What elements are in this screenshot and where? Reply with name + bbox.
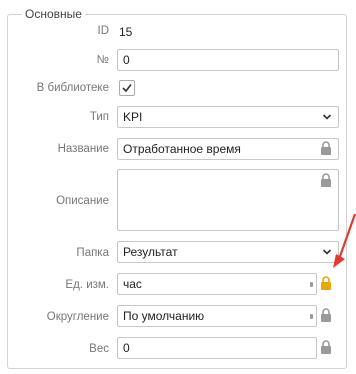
dropdown-indicator: [310, 314, 313, 319]
type-label: Тип: [89, 111, 109, 123]
lock-icon[interactable]: [320, 340, 332, 354]
folder-value: Результат: [123, 245, 178, 259]
lock-icon[interactable]: [320, 141, 332, 155]
weight-field[interactable]: 0: [117, 337, 317, 359]
folder-label: Папка: [76, 247, 109, 259]
unit-field[interactable]: час: [117, 273, 317, 295]
description-label: Описание: [56, 195, 109, 207]
unit-value: час: [123, 277, 142, 291]
number-label: №: [96, 54, 109, 66]
in-library-checkbox[interactable]: [119, 80, 135, 96]
chevron-down-icon: [322, 114, 332, 120]
id-label: ID: [97, 25, 110, 37]
section-title: Основные: [22, 7, 85, 21]
rounding-label: Округление: [46, 311, 109, 323]
type-value: KPI: [123, 110, 143, 124]
name-label: Название: [57, 143, 109, 155]
dropdown-indicator: [310, 282, 313, 287]
rounding-value: По умолчанию: [123, 309, 205, 323]
lock-icon[interactable]: [320, 276, 332, 290]
lock-icon[interactable]: [320, 173, 332, 187]
id-value: 15: [119, 25, 133, 39]
number-field[interactable]: 0: [117, 49, 339, 71]
folder-select[interactable]: Результат: [117, 241, 339, 263]
lock-icon[interactable]: [320, 308, 332, 322]
weight-label: Вес: [89, 343, 109, 355]
annotation-arrow-icon: [333, 213, 356, 268]
type-select[interactable]: KPI: [117, 106, 339, 128]
name-field[interactable]: Отработанное время: [117, 138, 339, 160]
in-library-label: В библиотеке: [36, 82, 109, 94]
unit-label: Ед. изм.: [65, 279, 109, 291]
rounding-select[interactable]: По умолчанию: [117, 305, 317, 327]
description-field[interactable]: [117, 169, 339, 231]
checkmark-icon: [122, 84, 132, 93]
